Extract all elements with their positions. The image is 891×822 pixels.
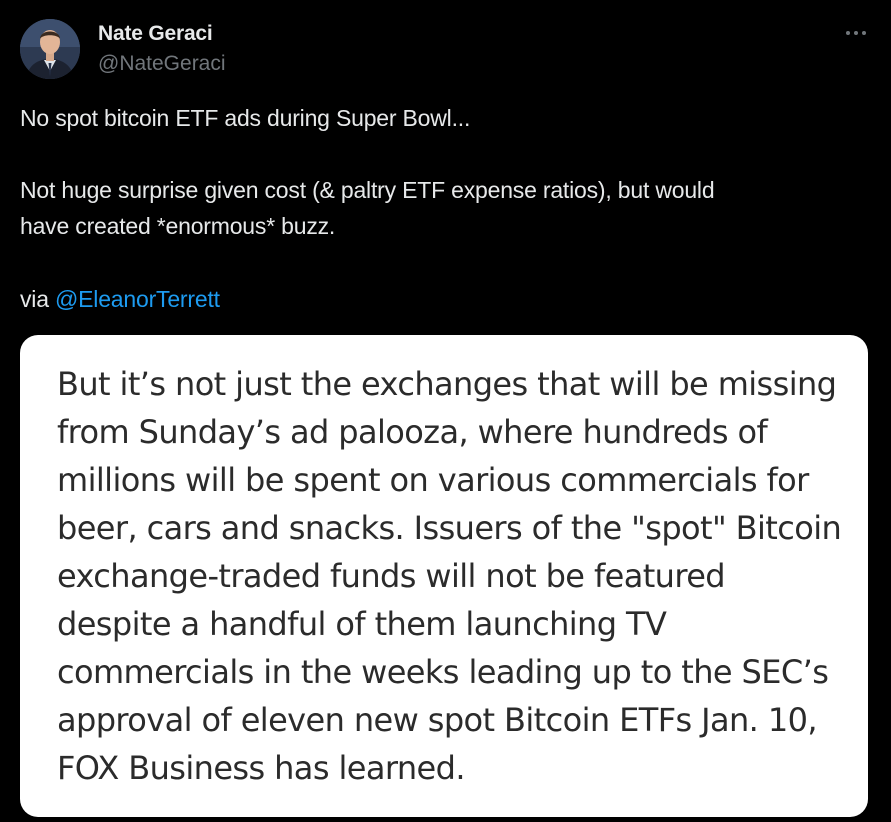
author-name[interactable]: Nate Geraci [98, 22, 213, 46]
tweet-text-line-3: have created *enormous* buzz. [20, 213, 336, 239]
image-text-line: despite a handful of them launching TV [57, 605, 667, 643]
tweet-text-line-1: No spot bitcoin ETF ads during Super Bow… [20, 105, 471, 131]
image-text-line: beer, cars and snacks. Issuers of the "s… [57, 509, 842, 547]
image-text-line: from Sunday’s ad palooza, where hundreds… [57, 413, 768, 451]
author-handle[interactable]: @NateGeraci [98, 52, 226, 76]
mention-link[interactable]: @EleanorTerrett [55, 286, 220, 312]
image-text-line: approval of eleven new spot Bitcoin ETFs… [57, 701, 818, 739]
image-text-line: But it’s not just the exchanges that wil… [57, 365, 837, 403]
tweet-text-line-2: Not huge surprise given cost (& paltry E… [20, 177, 715, 203]
image-text-line: FOX Business has learned. [57, 749, 466, 787]
more-options-icon[interactable] [840, 22, 872, 44]
image-text-line: millions will be spent on various commer… [57, 461, 809, 499]
image-text-line: commercials in the weeks leading up to t… [57, 653, 829, 691]
tweet: Nate Geraci @NateGeraci No spot bitcoin … [0, 0, 891, 822]
avatar-photo [20, 19, 80, 79]
tweet-via-line: via @EleanorTerrett [20, 286, 220, 313]
via-label: via [20, 286, 49, 312]
image-text-line: exchange-traded funds will not be featur… [57, 557, 726, 595]
attached-image[interactable]: But it’s not just the exchanges that wil… [20, 335, 868, 817]
avatar[interactable] [20, 19, 80, 79]
